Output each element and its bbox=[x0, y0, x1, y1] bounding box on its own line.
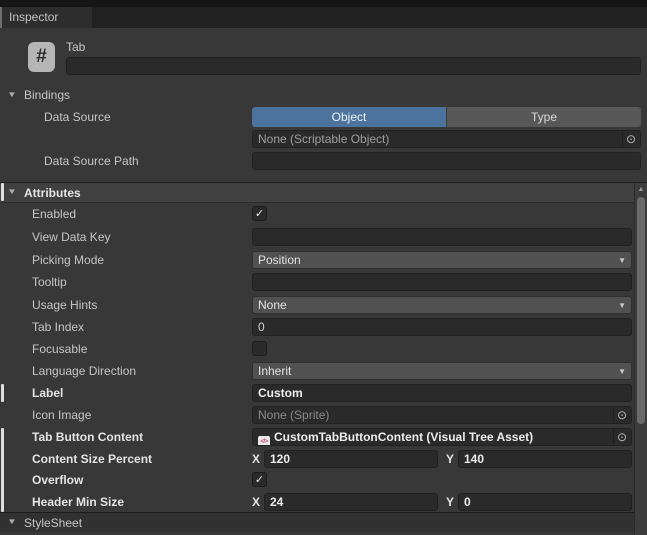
check-icon: ✓ bbox=[255, 474, 264, 486]
data-source-path-label: Data Source Path bbox=[44, 152, 139, 170]
header-min-size-y-input[interactable]: 0 bbox=[458, 493, 632, 511]
tab-inspector[interactable]: Inspector bbox=[0, 7, 92, 28]
picker-glyph: ⊙ bbox=[617, 407, 627, 423]
y-axis-label: Y bbox=[446, 450, 455, 468]
data-source-object-button[interactable]: Object bbox=[252, 107, 446, 127]
vertical-scrollbar[interactable]: ▲ bbox=[634, 183, 647, 535]
icon-image-value: None (Sprite) bbox=[258, 408, 329, 422]
data-source-object-value: None (Scriptable Object) bbox=[258, 132, 389, 146]
override-bar bbox=[1, 183, 4, 201]
usage-hints-dropdown[interactable]: None ▼ bbox=[252, 296, 632, 314]
object-picker-icon[interactable]: ⊙ bbox=[622, 131, 639, 147]
stylesheet-section-label: StyleSheet bbox=[24, 514, 82, 532]
object-button-label: Object bbox=[332, 110, 367, 124]
content-size-percent-x-value: 120 bbox=[270, 452, 290, 466]
data-source-type-button[interactable]: Type bbox=[446, 107, 641, 127]
header-min-size-label: Header Min Size bbox=[32, 493, 124, 511]
bindings-section-label: Bindings bbox=[24, 86, 70, 104]
type-button-label: Type bbox=[531, 110, 557, 124]
icon-image-label: Icon Image bbox=[32, 406, 91, 424]
icon-image-object-field[interactable]: None (Sprite) ⊙ bbox=[252, 406, 632, 424]
header-min-size-x-value: 24 bbox=[270, 495, 283, 509]
enabled-checkbox[interactable]: ✓ bbox=[252, 206, 267, 221]
usage-hints-value: None bbox=[258, 298, 287, 312]
picker-glyph: ⊙ bbox=[626, 131, 636, 147]
focusable-label: Focusable bbox=[32, 340, 87, 358]
attributes-foldout[interactable]: ▼ Attributes bbox=[0, 182, 647, 203]
element-type-label: Tab bbox=[66, 40, 85, 54]
attributes-section-label: Attributes bbox=[24, 184, 81, 202]
language-direction-value: Inherit bbox=[258, 364, 291, 378]
view-data-key-input[interactable] bbox=[252, 228, 632, 246]
content-size-percent-y-input[interactable]: 140 bbox=[458, 450, 632, 468]
content-size-percent-label: Content Size Percent bbox=[32, 450, 152, 468]
content-size-percent-x-input[interactable]: 120 bbox=[264, 450, 438, 468]
scroll-up-glyph: ▲ bbox=[638, 186, 645, 193]
content-size-percent-vector: X 120 Y 140 bbox=[252, 450, 632, 468]
object-picker-icon[interactable]: ⊙ bbox=[613, 407, 630, 423]
usage-hints-label: Usage Hints bbox=[32, 296, 97, 314]
scrollbar-thumb[interactable] bbox=[637, 197, 645, 424]
label-label: Label bbox=[32, 384, 63, 402]
tab-button-content-label: Tab Button Content bbox=[32, 428, 143, 446]
chevron-down-icon: ▼ bbox=[618, 301, 626, 311]
picking-mode-dropdown[interactable]: Position ▼ bbox=[252, 251, 632, 269]
picker-glyph: ⊙ bbox=[617, 429, 627, 445]
picking-mode-label: Picking Mode bbox=[32, 251, 104, 269]
y-axis-label: Y bbox=[446, 493, 455, 511]
label-value: Custom bbox=[258, 386, 303, 400]
header-min-size-vector: X 24 Y 0 bbox=[252, 493, 632, 511]
hash-icon: # bbox=[28, 42, 55, 72]
chevron-down-icon: ▼ bbox=[618, 367, 626, 377]
tab-button-content-value: CustomTabButtonContent (Visual Tree Asse… bbox=[274, 430, 533, 444]
inspector-tab-label: Inspector bbox=[9, 10, 58, 24]
foldout-arrow-icon: ▼ bbox=[7, 90, 17, 99]
window-tab-bar: Inspector bbox=[0, 0, 647, 28]
overflow-checkbox[interactable]: ✓ bbox=[252, 472, 267, 487]
picking-mode-value: Position bbox=[258, 253, 301, 267]
override-bar bbox=[1, 428, 4, 512]
overflow-label: Overflow bbox=[32, 471, 83, 489]
x-axis-label: X bbox=[252, 493, 261, 511]
tab-index-value: 0 bbox=[258, 320, 265, 334]
data-source-path-input[interactable] bbox=[252, 152, 641, 170]
chevron-down-icon: ▼ bbox=[618, 256, 626, 266]
stylesheet-foldout[interactable]: ▼ StyleSheet bbox=[0, 512, 647, 532]
scroll-up-arrow-icon[interactable]: ▲ bbox=[635, 183, 647, 195]
focusable-checkbox[interactable] bbox=[252, 341, 267, 356]
check-icon: ✓ bbox=[255, 208, 264, 220]
override-bar bbox=[1, 384, 4, 402]
tooltip-label: Tooltip bbox=[32, 273, 67, 291]
data-source-label: Data Source bbox=[44, 107, 111, 127]
uxml-glyph: </> bbox=[260, 434, 267, 446]
label-input[interactable]: Custom bbox=[252, 384, 632, 402]
content-size-percent-y-value: 140 bbox=[464, 452, 484, 466]
foldout-arrow-icon: ▼ bbox=[7, 517, 17, 526]
language-direction-dropdown[interactable]: Inherit ▼ bbox=[252, 362, 632, 380]
object-picker-icon[interactable]: ⊙ bbox=[613, 429, 630, 445]
visual-tree-asset-icon: </> bbox=[258, 436, 270, 446]
data-source-toggle: Object Type bbox=[252, 107, 641, 127]
inspector-panel: Inspector # Tab ▼ Bindings Data Source O… bbox=[0, 0, 647, 535]
tab-button-content-object-field[interactable]: </> CustomTabButtonContent (Visual Tree … bbox=[252, 428, 632, 446]
tab-index-input[interactable]: 0 bbox=[252, 318, 632, 336]
tab-index-label: Tab Index bbox=[32, 318, 84, 336]
view-data-key-label: View Data Key bbox=[32, 228, 111, 246]
language-direction-label: Language Direction bbox=[32, 362, 136, 380]
data-source-object-field[interactable]: None (Scriptable Object) ⊙ bbox=[252, 130, 641, 148]
enabled-label: Enabled bbox=[32, 205, 76, 223]
header-min-size-x-input[interactable]: 24 bbox=[264, 493, 438, 511]
header-min-size-y-value: 0 bbox=[464, 495, 471, 509]
hash-glyph: # bbox=[36, 46, 47, 68]
tooltip-input[interactable] bbox=[252, 273, 632, 291]
x-axis-label: X bbox=[252, 450, 261, 468]
bindings-foldout[interactable]: ▼ Bindings bbox=[0, 86, 647, 104]
foldout-arrow-icon: ▼ bbox=[7, 187, 17, 196]
element-name-input[interactable] bbox=[66, 57, 641, 75]
